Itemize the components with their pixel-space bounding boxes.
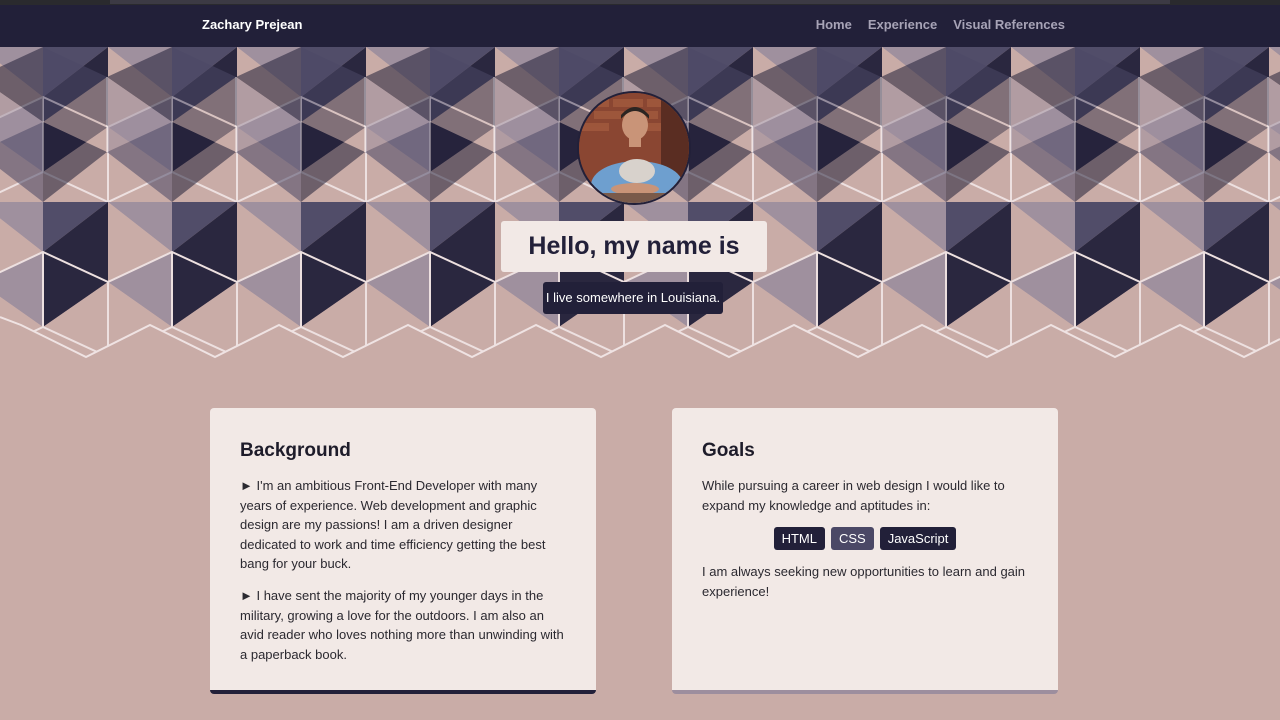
nav-link-home[interactable]: Home (816, 17, 852, 32)
background-paragraph-1: ► I'm an ambitious Front-End Developer w… (240, 478, 546, 572)
hero-subtitle: I live somewhere in Louisiana. (543, 282, 723, 314)
background-heading: Background (240, 440, 351, 461)
goals-outro: I am always seeking new opportunities to… (702, 564, 1026, 599)
brand-link[interactable]: Zachary Prejean (202, 17, 302, 32)
profile-avatar (577, 91, 691, 205)
tag-html: HTML (773, 527, 825, 551)
profile-photo (579, 93, 689, 203)
background-card: Background ► I'm an ambitious Front-End … (210, 408, 596, 694)
top-strip-line (110, 0, 1170, 4)
goals-heading: Goals (702, 440, 755, 461)
navbar: Zachary Prejean Home Experience Visual R… (0, 5, 1280, 47)
skill-tags: HTML CSS JavaScript (702, 527, 1028, 551)
background-paragraph-2: ► I have sent the majority of my younger… (240, 587, 564, 662)
tag-javascript: JavaScript (879, 527, 957, 551)
hero-title: Hello, my name is Zac. (501, 221, 767, 311)
nav-links: Home Experience Visual References (816, 17, 1065, 32)
goals-card: Goals While pursuing a career in web des… (672, 408, 1058, 694)
goals-intro: While pursuing a career in web design I … (702, 478, 1005, 513)
nav-link-experience[interactable]: Experience (868, 17, 937, 32)
nav-link-visual-references[interactable]: Visual References (953, 17, 1065, 32)
tag-css: CSS (830, 527, 874, 551)
